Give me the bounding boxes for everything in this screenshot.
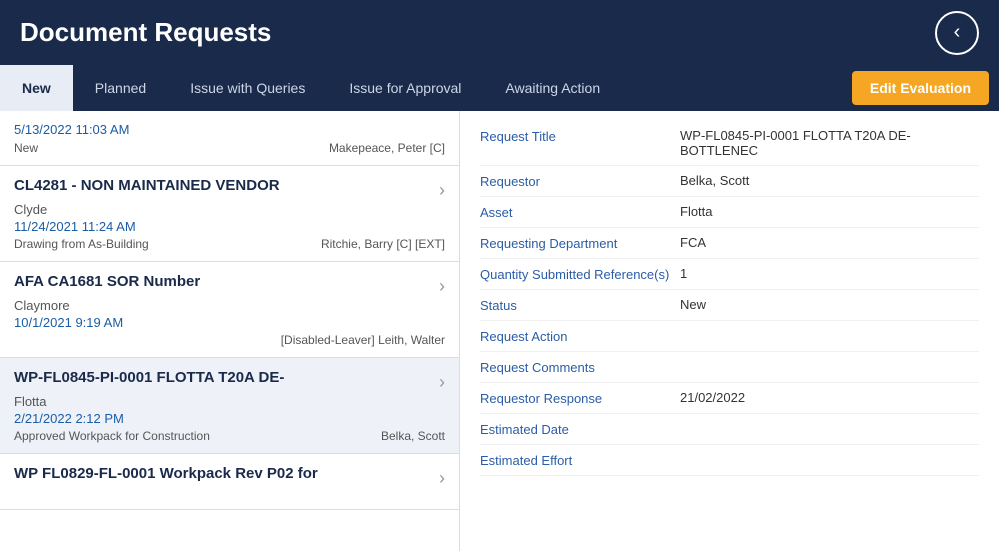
chevron-right-icon: › bbox=[439, 372, 445, 393]
tab-issue-for-approval[interactable]: Issue for Approval bbox=[327, 65, 483, 111]
tab-planned[interactable]: Planned bbox=[73, 65, 168, 111]
detail-value: FCA bbox=[680, 235, 979, 250]
list-item-cl4281[interactable]: CL4281 - NON MAINTAINED VENDOR › Clyde 1… bbox=[0, 166, 459, 262]
list-item-partial-top[interactable]: 5/13/2022 11:03 AM New Makepeace, Peter … bbox=[0, 111, 459, 166]
detail-label: Requestor bbox=[480, 173, 680, 189]
tab-new[interactable]: New bbox=[0, 65, 73, 111]
detail-label: Quantity Submitted Reference(s) bbox=[480, 266, 680, 282]
detail-label: Estimated Date bbox=[480, 421, 680, 437]
app-header: Document Requests ‹ bbox=[0, 0, 999, 65]
tab-awaiting-action[interactable]: Awaiting Action bbox=[483, 65, 622, 111]
item-person: Belka, Scott bbox=[381, 429, 445, 443]
detail-fields: Request TitleWP-FL0845-PI-0001 FLOTTA T2… bbox=[480, 121, 979, 476]
item-title: CL4281 - NON MAINTAINED VENDOR bbox=[14, 176, 280, 196]
list-item-afa[interactable]: AFA CA1681 SOR Number › Claymore 10/1/20… bbox=[0, 262, 459, 358]
edit-evaluation-button[interactable]: Edit Evaluation bbox=[852, 71, 989, 105]
item-type: Approved Workpack for Construction bbox=[14, 429, 210, 443]
item-status: New bbox=[14, 141, 38, 155]
detail-row: AssetFlotta bbox=[480, 197, 979, 228]
detail-label: Request Comments bbox=[480, 359, 680, 375]
detail-row: Requestor Response21/02/2022 bbox=[480, 383, 979, 414]
detail-row: RequestorBelka, Scott bbox=[480, 166, 979, 197]
chevron-right-icon: › bbox=[439, 180, 445, 201]
tab-bar: New Planned Issue with Queries Issue for… bbox=[0, 65, 999, 111]
detail-value: Belka, Scott bbox=[680, 173, 979, 188]
main-content: 5/13/2022 11:03 AM New Makepeace, Peter … bbox=[0, 111, 999, 551]
detail-row: Quantity Submitted Reference(s)1 bbox=[480, 259, 979, 290]
tab-spacer bbox=[622, 65, 842, 111]
detail-row: Request Comments bbox=[480, 352, 979, 383]
item-date: 2/21/2022 2:12 PM bbox=[14, 411, 445, 426]
item-person: Makepeace, Peter [C] bbox=[329, 141, 445, 155]
tab-issue-with-queries[interactable]: Issue with Queries bbox=[168, 65, 327, 111]
item-title: WP FL0829-FL-0001 Workpack Rev P02 for bbox=[14, 464, 318, 484]
detail-label: Estimated Effort bbox=[480, 452, 680, 468]
list-item-wp-fl0845[interactable]: WP-FL0845-PI-0001 FLOTTA T20A DE- › Flot… bbox=[0, 358, 459, 454]
detail-label: Request Title bbox=[480, 128, 680, 144]
chevron-right-icon: › bbox=[439, 276, 445, 297]
item-date: 11/24/2021 11:24 AM bbox=[14, 219, 445, 234]
detail-label: Request Action bbox=[480, 328, 680, 344]
detail-row: StatusNew bbox=[480, 290, 979, 321]
item-title: AFA CA1681 SOR Number bbox=[14, 272, 200, 292]
chevron-right-icon: › bbox=[439, 468, 445, 489]
detail-row: Requesting DepartmentFCA bbox=[480, 228, 979, 259]
back-button[interactable]: ‹ bbox=[935, 11, 979, 55]
item-person: [Disabled-Leaver] Leith, Walter bbox=[281, 333, 445, 347]
detail-label: Asset bbox=[480, 204, 680, 220]
item-title: WP-FL0845-PI-0001 FLOTTA T20A DE- bbox=[14, 368, 284, 388]
detail-value: Flotta bbox=[680, 204, 979, 219]
item-date: 10/1/2021 9:19 AM bbox=[14, 315, 445, 330]
detail-label: Status bbox=[480, 297, 680, 313]
item-person: Ritchie, Barry [C] [EXT] bbox=[321, 237, 445, 251]
detail-panel: Request TitleWP-FL0845-PI-0001 FLOTTA T2… bbox=[460, 111, 999, 551]
detail-row: Estimated Date bbox=[480, 414, 979, 445]
page-title: Document Requests bbox=[20, 17, 271, 48]
detail-row: Estimated Effort bbox=[480, 445, 979, 476]
detail-label: Requestor Response bbox=[480, 390, 680, 406]
item-subtitle: Flotta bbox=[14, 394, 445, 409]
item-subtitle: Clyde bbox=[14, 202, 445, 217]
item-date: 5/13/2022 11:03 AM bbox=[14, 122, 129, 137]
detail-value: 1 bbox=[680, 266, 979, 281]
item-subtitle: Claymore bbox=[14, 298, 445, 313]
detail-value: New bbox=[680, 297, 979, 312]
list-item-wp-fl0829[interactable]: WP FL0829-FL-0001 Workpack Rev P02 for › bbox=[0, 454, 459, 510]
detail-value: 21/02/2022 bbox=[680, 390, 979, 405]
detail-value: WP-FL0845-PI-0001 FLOTTA T20A DE-BOTTLEN… bbox=[680, 128, 979, 158]
detail-row: Request Action bbox=[480, 321, 979, 352]
detail-row: Request TitleWP-FL0845-PI-0001 FLOTTA T2… bbox=[480, 121, 979, 166]
item-type: Drawing from As-Building bbox=[14, 237, 149, 251]
detail-label: Requesting Department bbox=[480, 235, 680, 251]
list-panel: 5/13/2022 11:03 AM New Makepeace, Peter … bbox=[0, 111, 460, 551]
